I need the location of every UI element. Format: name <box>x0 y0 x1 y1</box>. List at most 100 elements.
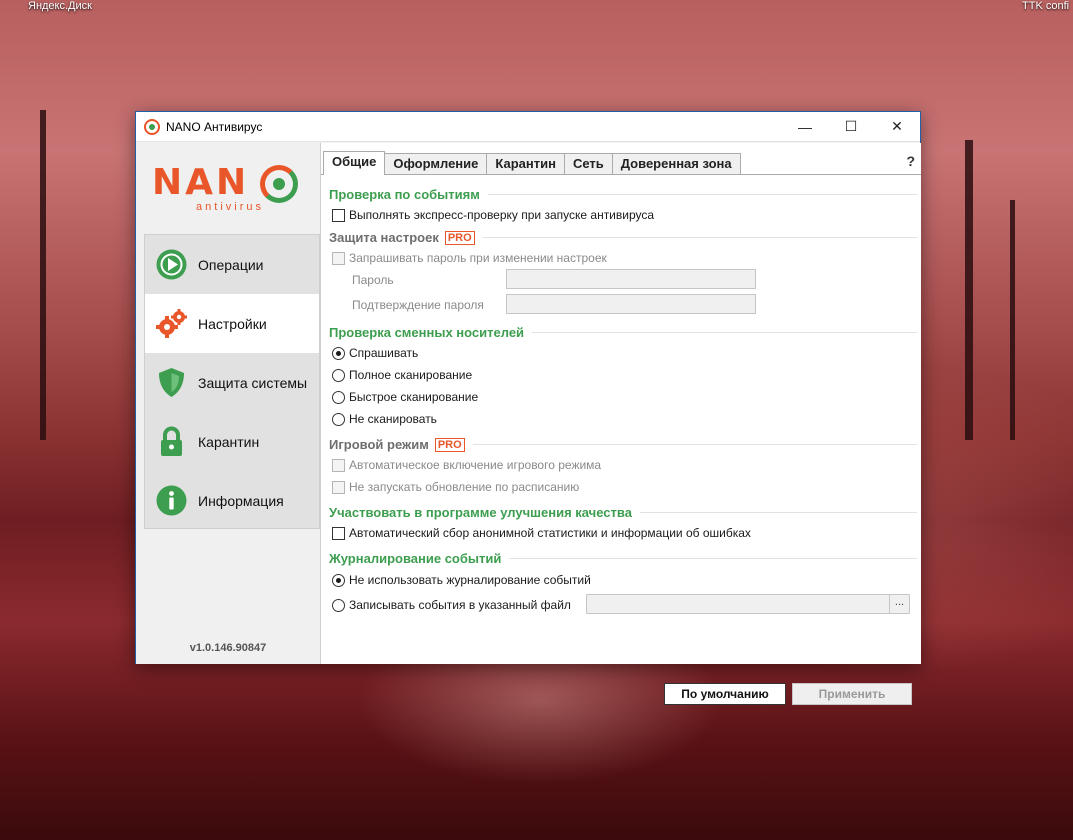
tab-bar: Общие Оформление Карантин Сеть Доверенна… <box>321 151 741 175</box>
general-settings-panel: Проверка по событиям Выполнять экспресс-… <box>321 174 921 664</box>
section-divider <box>639 512 917 513</box>
password-label: Пароль <box>352 273 394 287</box>
radio-label: Спрашивать <box>349 346 419 360</box>
checkbox-box[interactable] <box>332 208 345 222</box>
desktop-icon-label-yandex-disk[interactable]: Яндекс.Диск <box>28 0 92 12</box>
section-divider <box>472 444 917 445</box>
checkbox-label: Автоматическое включение игрового режима <box>349 458 602 472</box>
sidebar-item-settings[interactable]: Настройки <box>145 294 319 353</box>
radio-quick-scan[interactable]: Быстрое сканирование <box>332 390 478 404</box>
logo-o-ring-icon <box>260 165 298 203</box>
sidebar-item-information[interactable]: Информация <box>145 471 319 530</box>
browse-button[interactable]: ... <box>889 595 909 613</box>
express-check-checkbox[interactable]: Выполнять экспресс-проверку при запуске … <box>332 208 654 222</box>
tab-appearance[interactable]: Оформление <box>384 153 488 175</box>
section-divider <box>509 558 917 559</box>
radio-label: Не использовать журналирование событий <box>349 573 591 587</box>
section-title: Проверка сменных носителей <box>329 325 525 340</box>
desktop-icon-label-ttk[interactable]: TTK confi <box>1022 0 1069 12</box>
radio-full-scan[interactable]: Полное сканирование <box>332 368 472 382</box>
pro-badge: PRO <box>434 437 465 452</box>
version-label: v1.0.146.90847 <box>189 642 267 654</box>
radio-circle[interactable] <box>332 412 345 426</box>
radio-label: Записывать события в указанный файл <box>349 598 571 612</box>
logo-subtitle: antivirus <box>196 201 264 213</box>
ask-password-checkbox[interactable]: Запрашивать пароль при изменении настрое… <box>332 251 607 265</box>
section-title: Защита настроек <box>329 230 439 245</box>
maximize-button[interactable]: ☐ <box>828 112 874 142</box>
checkbox-label: Не запускать обновление по расписанию <box>349 480 580 494</box>
sidebar-item-label: Информация <box>198 492 284 509</box>
desktop-tree-right-2 <box>1010 200 1015 440</box>
tab-general[interactable]: Общие <box>323 151 386 175</box>
desktop-tree-right <box>965 140 973 440</box>
section-settings-protection: Защита настроек PRO <box>329 230 917 245</box>
section-title: Участвовать в программе улучшения качест… <box>329 505 632 520</box>
tab-trusted-zone[interactable]: Доверенная зона <box>611 153 741 175</box>
radio-circle[interactable] <box>332 346 345 360</box>
radio-circle[interactable] <box>332 598 345 612</box>
checkbox-box[interactable] <box>332 526 345 540</box>
checkbox-box[interactable] <box>332 480 345 494</box>
window-title: NANO Антивирус <box>166 119 263 134</box>
section-game-mode: Игровой режим PRO <box>329 437 917 452</box>
radio-circle[interactable] <box>332 390 345 404</box>
checkbox-label: Автоматический сбор анонимной статистики… <box>349 526 751 540</box>
sidebar-item-label: Защита системы <box>198 374 308 391</box>
radio-no-logging[interactable]: Не использовать журналирование событий <box>332 573 591 587</box>
auto-game-mode-checkbox[interactable]: Автоматическое включение игрового режима <box>332 458 601 472</box>
anonymous-stats-checkbox[interactable]: Автоматический сбор анонимной статистики… <box>332 526 751 540</box>
password-input[interactable] <box>506 269 756 289</box>
sidebar-item-operations[interactable]: Операции <box>145 235 319 294</box>
section-removable-media: Проверка сменных носителей <box>329 325 917 340</box>
checkbox-box[interactable] <box>332 458 345 472</box>
lock-icon <box>155 425 188 458</box>
pro-badge: PRO <box>444 230 475 245</box>
confirm-password-label: Подтверждение пароля <box>352 298 484 312</box>
sidebar-item-label: Настройки <box>198 315 267 332</box>
nano-antivirus-window: NANO Антивирус — ☐ ✕ NAN antivirus Опера… <box>135 111 921 705</box>
radio-log-to-file[interactable]: Записывать события в указанный файл <box>332 598 571 612</box>
section-quality-program: Участвовать в программе улучшения качест… <box>329 505 917 520</box>
section-events: Проверка по событиям <box>329 187 917 202</box>
checkbox-box[interactable] <box>332 251 345 265</box>
checkbox-label: Запрашивать пароль при изменении настрое… <box>349 251 607 265</box>
section-title: Журналирование событий <box>329 551 502 566</box>
sidebar-item-quarantine[interactable]: Карантин <box>145 412 319 471</box>
no-scheduled-update-checkbox[interactable]: Не запускать обновление по расписанию <box>332 480 579 494</box>
minimize-button[interactable]: — <box>782 112 828 142</box>
section-title: Игровой режим <box>329 437 429 452</box>
gears-icon <box>155 307 188 340</box>
info-icon <box>155 484 188 517</box>
section-divider <box>482 237 917 238</box>
section-event-logging: Журналирование событий <box>329 551 917 566</box>
shield-icon <box>155 366 188 399</box>
title-bar[interactable]: NANO Антивирус — ☐ ✕ <box>136 112 920 142</box>
close-button[interactable]: ✕ <box>874 112 920 142</box>
radio-circle[interactable] <box>332 573 345 587</box>
play-icon <box>155 248 188 281</box>
nano-logo: NAN antivirus <box>152 163 312 223</box>
radio-circle[interactable] <box>332 368 345 382</box>
section-divider <box>532 332 917 333</box>
log-file-path-input[interactable]: ... <box>586 594 910 614</box>
radio-label: Полное сканирование <box>349 368 473 382</box>
section-title: Проверка по событиям <box>329 187 480 202</box>
radio-label: Не сканировать <box>349 412 437 426</box>
apply-button[interactable]: Применить <box>792 683 912 705</box>
sidebar-item-system-protection[interactable]: Защита системы <box>145 353 319 412</box>
default-button[interactable]: По умолчанию <box>664 683 786 705</box>
help-button[interactable]: ? <box>906 153 915 169</box>
section-divider <box>487 194 917 195</box>
radio-ask[interactable]: Спрашивать <box>332 346 418 360</box>
radio-no-scan[interactable]: Не сканировать <box>332 412 437 426</box>
confirm-password-input[interactable] <box>506 294 756 314</box>
nano-app-icon <box>144 118 160 135</box>
radio-label: Быстрое сканирование <box>349 390 479 404</box>
tab-network[interactable]: Сеть <box>563 153 613 175</box>
tab-quarantine[interactable]: Карантин <box>486 153 565 175</box>
checkbox-label: Выполнять экспресс-проверку при запуске … <box>349 208 655 222</box>
sidebar-item-label: Операции <box>198 256 264 273</box>
settings-content: Общие Оформление Карантин Сеть Доверенна… <box>320 143 921 664</box>
sidebar-item-label: Карантин <box>198 433 260 450</box>
